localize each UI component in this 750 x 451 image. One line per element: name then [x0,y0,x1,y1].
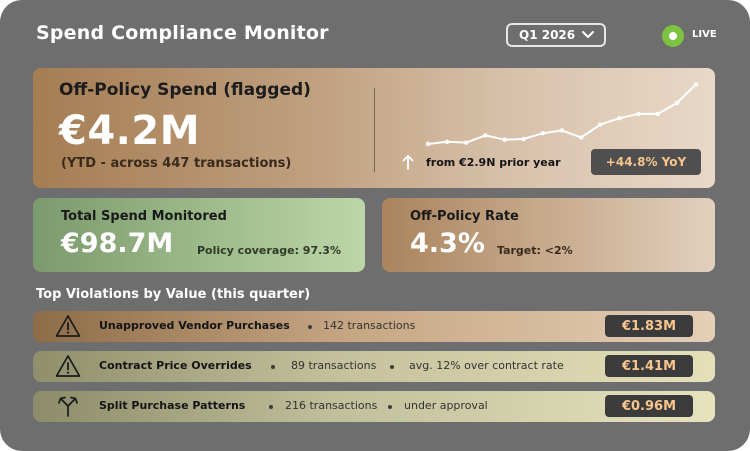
sparkline-point [636,111,641,117]
split-arrow-icon [58,396,78,417]
off-policy-rate-card: Off-Policy Rate 4.3% Target: <2% [382,198,715,272]
hero-divider [374,88,375,172]
violation-row[interactable]: Contract Price Overrides 89 transactions… [33,351,715,382]
period-dropdown[interactable]: Q1 2026 [506,23,606,47]
violations-section-title: Top Violations by Value (this quarter) [36,287,311,302]
dashboard-frame: Spend Compliance Monitor Q1 2026 LIVE Of… [0,0,750,451]
sparkline-point [444,139,450,144]
target-note: Target: <2% [497,244,573,257]
separator-dot [390,365,394,369]
off-policy-rate-title: Off-Policy Rate [410,209,519,224]
sparkline-point [540,131,546,136]
violation-amount: €1.41M [605,355,693,377]
off-policy-spend-value: €4.2M [59,108,200,154]
sparkline-point [617,116,622,121]
violation-name: Contract Price Overrides [99,359,252,372]
off-policy-rate-value: 4.3% [410,228,485,259]
up-arrow-icon [402,155,414,170]
warning-icon [55,315,81,337]
separator-dot [308,325,312,329]
yoy-change-badge: +44.8% YoY [591,149,701,175]
sparkline-point [464,140,469,145]
sparkline-point [655,111,660,117]
violation-row[interactable]: Split Purchase Patterns 216 transactions… [33,391,715,422]
period-value: Q1 2026 [519,28,576,42]
page-title: Spend Compliance Monitor [36,22,329,44]
total-spend-card: Total Spend Monitored €98.7M Policy cove… [33,198,365,272]
live-label: LIVE [692,29,717,40]
separator-dot [271,365,275,369]
sparkline-point [693,82,699,87]
sparkline-point [521,136,526,142]
violation-detail: under approval [404,399,488,412]
sparkline-point [559,128,565,133]
violation-amount: €0.96M [605,395,693,417]
sparkline-point [674,100,680,106]
off-policy-spend-subtitle: (YTD - across 447 transactions) [61,156,292,171]
trend-sparkline [425,82,699,147]
sparkline-point [425,141,431,147]
violation-transactions: 89 transactions [291,359,377,372]
policy-coverage-note: Policy coverage: 97.3% [197,244,341,257]
live-status-icon [662,25,684,47]
sparkline-point [483,133,488,138]
violation-name: Unapproved Vendor Purchases [99,319,290,332]
total-spend-title: Total Spend Monitored [61,209,227,224]
total-spend-value: €98.7M [61,228,174,259]
off-policy-spend-title: Off-Policy Spend (flagged) [59,80,311,100]
sparkline-point [578,135,584,140]
separator-dot [269,405,273,409]
separator-dot [388,405,392,409]
chevron-down-icon [582,31,594,38]
violation-transactions: 216 transactions [285,399,378,412]
violation-amount: €1.83M [605,315,693,337]
sparkline-point [502,137,507,142]
violation-transactions: 142 transactions [323,319,416,332]
sparkline-point [598,122,603,127]
violation-name: Split Purchase Patterns [99,399,246,412]
violation-detail: avg. 12% over contract rate [409,359,564,372]
off-policy-spend-card: Off-Policy Spend (flagged) €4.2M (YTD - … [33,68,715,188]
violation-row[interactable]: Unapproved Vendor Purchases 142 transact… [33,311,715,342]
prior-year-comparison: from €2.9N prior year [426,156,561,169]
warning-icon [55,355,81,377]
